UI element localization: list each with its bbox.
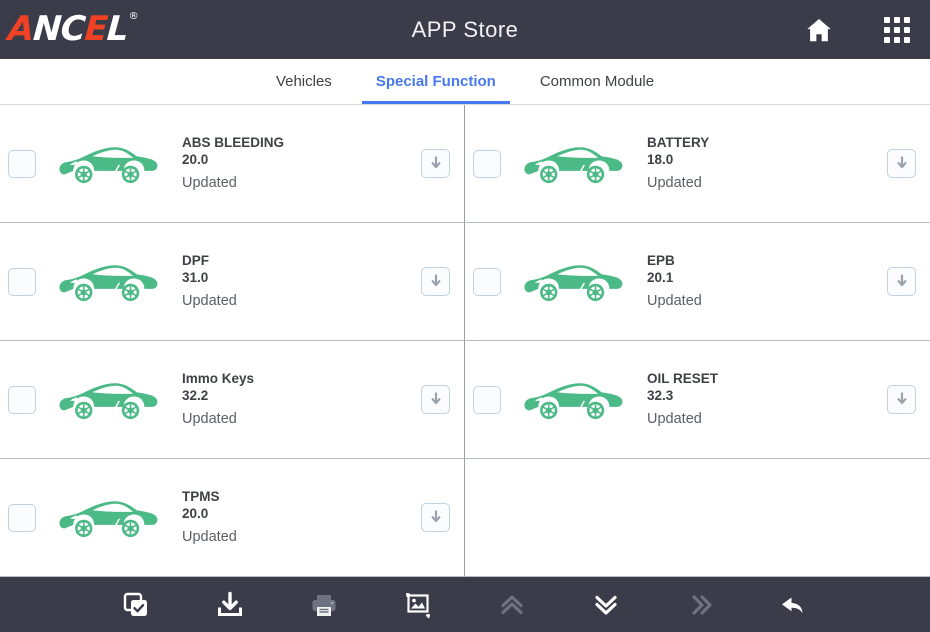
green-car-icon (56, 141, 160, 187)
tab-common-module[interactable]: Common Module (518, 59, 676, 104)
app-card[interactable]: Immo Keys 32.2 Updated (0, 341, 465, 459)
app-card[interactable]: TPMS 20.0 Updated (0, 459, 465, 577)
tab-vehicles[interactable]: Vehicles (254, 59, 354, 104)
app-checkbox[interactable] (473, 149, 501, 178)
download-icon[interactable] (421, 385, 450, 414)
header-bar: ANCEL ® APP Store (0, 0, 930, 59)
app-card-empty (465, 459, 930, 577)
green-car-icon (521, 141, 625, 187)
app-checkbox[interactable] (473, 385, 501, 414)
green-car-icon (56, 259, 160, 305)
green-car-icon (56, 495, 160, 541)
bottom-toolbar (0, 577, 930, 632)
green-car-icon (56, 377, 160, 423)
app-card[interactable]: BATTERY 18.0 Updated (465, 105, 930, 223)
app-name: BATTERY (647, 134, 710, 150)
app-status: Updated (182, 528, 237, 545)
double-chevron-right-icon[interactable] (653, 577, 747, 632)
app-version: 20.0 (182, 505, 209, 521)
download-icon[interactable] (421, 503, 450, 532)
download-icon[interactable] (887, 149, 916, 178)
page-title: APP Store (411, 16, 519, 42)
home-icon[interactable] (804, 15, 834, 45)
apps-grid-icon[interactable] (882, 15, 912, 45)
app-checkbox[interactable] (473, 267, 501, 296)
app-meta: BATTERY 18.0 Updated (647, 134, 887, 194)
app-status: Updated (647, 174, 702, 191)
app-checkbox[interactable] (8, 385, 36, 414)
double-chevron-up-icon[interactable] (465, 577, 559, 632)
app-status: Updated (647, 292, 702, 309)
app-meta: Immo Keys 32.2 Updated (182, 370, 421, 430)
download-icon[interactable] (183, 577, 277, 632)
app-meta: DPF 31.0 Updated (182, 252, 421, 312)
app-status: Updated (182, 410, 237, 427)
app-meta: OIL RESET 32.3 Updated (647, 370, 887, 430)
app-store-screen: ANCEL ® APP Store Vehicles Special Funct… (0, 0, 930, 632)
app-name: ABS BLEEDING (182, 134, 285, 150)
download-icon[interactable] (887, 385, 916, 414)
double-chevron-down-icon[interactable] (559, 577, 653, 632)
app-version: 31.0 (182, 269, 209, 285)
download-icon[interactable] (421, 149, 450, 178)
app-card[interactable]: ABS BLEEDING 20.0 Updated (0, 105, 465, 223)
app-checkbox[interactable] (8, 149, 36, 178)
app-name: TPMS (182, 488, 220, 504)
app-status: Updated (182, 174, 237, 191)
app-meta: TPMS 20.0 Updated (182, 488, 421, 548)
app-meta: ABS BLEEDING 20.0 Updated (182, 134, 421, 194)
app-name: EPB (647, 252, 675, 268)
apps-grid-dots (884, 16, 910, 43)
app-card[interactable]: EPB 20.1 Updated (465, 223, 930, 341)
screenshot-icon[interactable] (371, 577, 465, 632)
app-version: 18.0 (647, 151, 674, 167)
download-icon[interactable] (421, 267, 450, 296)
app-version: 20.1 (647, 269, 674, 285)
app-meta: EPB 20.1 Updated (647, 252, 887, 312)
download-icon[interactable] (887, 267, 916, 296)
green-car-icon (521, 259, 625, 305)
app-version: 32.2 (182, 387, 209, 403)
app-card[interactable]: DPF 31.0 Updated (0, 223, 465, 341)
printer-icon[interactable] (277, 577, 371, 632)
app-checkbox[interactable] (8, 267, 36, 296)
app-version: 20.0 (182, 151, 209, 167)
header-actions (804, 0, 912, 59)
app-checkbox[interactable] (8, 503, 36, 532)
app-name: DPF (182, 252, 209, 268)
app-name: OIL RESET (647, 370, 719, 386)
app-status: Updated (647, 410, 702, 427)
app-card[interactable]: OIL RESET 32.3 Updated (465, 341, 930, 459)
tab-bar: Vehicles Special Function Common Module (0, 59, 930, 105)
tab-special-function[interactable]: Special Function (354, 59, 518, 104)
app-name: Immo Keys (182, 370, 255, 386)
app-status: Updated (182, 292, 237, 309)
app-version: 32.3 (647, 387, 674, 403)
back-arrow-icon[interactable] (747, 577, 841, 632)
green-car-icon (521, 377, 625, 423)
app-grid: ABS BLEEDING 20.0 Updated BATTERY 18.0 U… (0, 105, 930, 577)
select-all-icon[interactable] (89, 577, 183, 632)
